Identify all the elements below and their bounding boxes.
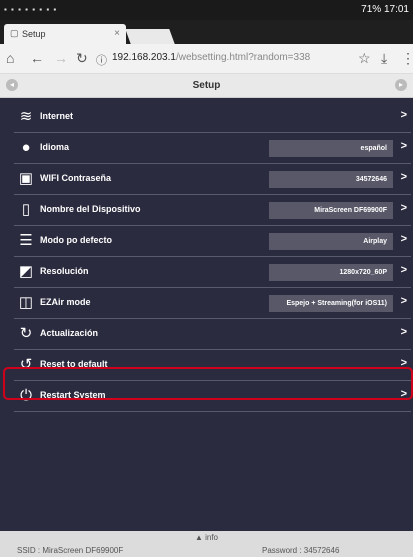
globe-icon: ● (21, 139, 31, 156)
mirror-icon: ◫ (18, 294, 34, 311)
chevron-right-icon: > (400, 357, 407, 369)
page-title: Setup (192, 80, 221, 91)
address-bar[interactable]: 192.168.203.1/websetting.html?random=338 (112, 52, 310, 63)
menu-item-value: 1280x720_60P (269, 264, 393, 281)
info-label: info (205, 533, 219, 542)
reload-icon[interactable]: ↻ (76, 50, 88, 67)
chevron-right-icon: > (400, 388, 407, 400)
menu-item-label: Nombre del Dispositivo (40, 204, 141, 214)
new-tab-button[interactable] (125, 29, 175, 44)
menu-item-restart[interactable]: ⏻ Restart System > (14, 381, 411, 412)
star-icon[interactable]: ☆ (358, 50, 371, 67)
menu-item-label: Idioma (40, 142, 70, 152)
notification-icons: ▪ ▪ ▪ ▪ ▪ ▪ ▪ ▪ (4, 5, 58, 14)
menu-item-value: MiraScreen DF69900F (269, 202, 393, 219)
menu-item-reset[interactable]: ↺ Reset to default > (14, 350, 411, 381)
chevron-right-icon: > (400, 140, 407, 152)
list-icon: ☰ (19, 232, 33, 249)
page-icon: ▢ (10, 28, 19, 38)
menu-item-label: EZAir mode (40, 297, 91, 307)
menu-item-device-name[interactable]: ▯ Nombre del Dispositivo MiraScreen DF69… (14, 195, 411, 226)
info-icon[interactable]: ⓘ (96, 52, 107, 68)
download-icon[interactable]: ⤓ (381, 50, 387, 67)
menu-item-wifi-password[interactable]: ▣ WIFI Contraseña 34572646 > (14, 164, 411, 195)
page-header: ◂ Setup ▸ (0, 74, 413, 98)
menu-item-idioma[interactable]: ● Idioma español > (14, 133, 411, 164)
battery-time: 71% 17:01 (361, 4, 409, 15)
menu-item-internet[interactable]: ≋ Internet > (14, 102, 411, 133)
forward-circle-icon[interactable]: ▸ (395, 79, 407, 91)
menu-item-value: 34572646 (269, 171, 393, 188)
update-icon: ↻ (19, 325, 33, 342)
chevron-right-icon: > (400, 202, 407, 214)
menu-item-ezair-mode[interactable]: ◫ EZAir mode Espejo + Streaming(for iOS1… (14, 288, 411, 319)
menu-item-value: Espejo + Streaming(for iOS11) (269, 295, 393, 312)
info-toggle[interactable]: ▲ info (0, 533, 413, 542)
reset-icon: ↺ (19, 356, 33, 373)
password-text: Password : 34572646 (262, 546, 340, 555)
url-host: 192.168.203.1 (112, 52, 176, 63)
ssid-text: SSID : MiraScreen DF69900F (17, 546, 124, 555)
menu-item-label: Reset to default (40, 359, 108, 369)
wifi-icon: ≋ (19, 108, 33, 125)
menu-item-value: español (269, 140, 393, 157)
chevron-right-icon: > (400, 264, 407, 276)
lock-icon: ▣ (18, 170, 34, 187)
browser-toolbar: ⌂ ← → ↻ ⓘ 192.168.203.1/websetting.html?… (0, 44, 413, 74)
url-path: /websetting.html?random=338 (175, 52, 311, 63)
menu-item-label: Actualización (40, 328, 99, 338)
menu-icon[interactable]: ⋮ (401, 50, 413, 67)
tab-title: Setup (22, 29, 46, 39)
menu-item-label: Internet (40, 111, 74, 121)
close-tab-icon[interactable]: × (114, 28, 120, 39)
status-bar: ▪ ▪ ▪ ▪ ▪ ▪ ▪ ▪ 71% 17:01 (0, 0, 413, 20)
menu-item-default-mode[interactable]: ☰ Modo po defecto Airplay > (14, 226, 411, 257)
menu-item-update[interactable]: ↻ Actualización > (14, 319, 411, 350)
back-icon[interactable]: ← (30, 50, 44, 66)
power-icon: ⏻ (20, 387, 32, 404)
forward-icon[interactable]: → (54, 50, 68, 66)
menu-item-label: Restart System (40, 390, 106, 400)
menu-item-label: WIFI Contraseña (40, 173, 112, 183)
menu-item-value: Airplay (269, 233, 393, 250)
menu-item-label: Resolución (40, 266, 89, 276)
tab-strip: ▢ Setup × (0, 20, 413, 44)
menu-item-resolution[interactable]: ◩ Resolución 1280x720_60P > (14, 257, 411, 288)
device-edit-icon: ▯ (21, 201, 31, 218)
chevron-right-icon: > (400, 233, 407, 245)
menu-item-label: Modo po defecto (40, 235, 112, 245)
resolution-icon: ◩ (18, 263, 34, 280)
chevron-right-icon: > (400, 326, 407, 338)
browser-tab[interactable]: ▢ Setup × (4, 24, 126, 44)
chevron-right-icon: > (400, 171, 407, 183)
chevron-right-icon: > (400, 109, 407, 121)
home-icon[interactable]: ⌂ (6, 50, 14, 66)
chevron-right-icon: > (400, 295, 407, 307)
settings-menu: ≋ Internet > ● Idioma español > ▣ WIFI C… (14, 102, 411, 412)
footer: ▲ info SSID : MiraScreen DF69900F Passwo… (0, 531, 413, 557)
